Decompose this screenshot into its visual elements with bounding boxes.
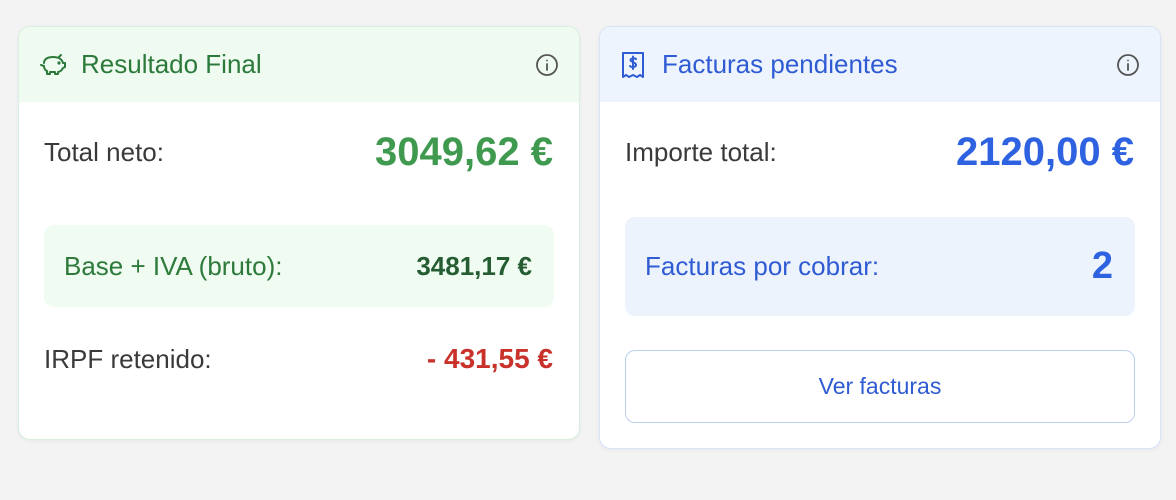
irpf-label: IRPF retenido: <box>44 343 212 374</box>
result-card-title: Resultado Final <box>81 49 262 79</box>
pending-count-label: Facturas por cobrar: <box>645 251 880 281</box>
pending-card-title: Facturas pendientes <box>662 49 898 79</box>
pending-total-label: Importe total: <box>625 137 777 167</box>
pending-invoices-card: Facturas pendientes Importe total: 2120,… <box>599 26 1161 449</box>
gross-label: Base + IVA (bruto): <box>64 250 283 281</box>
pending-count-value: 2 <box>1091 245 1113 287</box>
result-card-header: Resultado Final <box>19 27 579 102</box>
irpf-row: IRPF retenido: - 431,55 € <box>44 343 553 375</box>
gross-box: Base + IVA (bruto): 3481,17 € <box>44 225 554 307</box>
view-invoices-button[interactable]: Ver facturas <box>625 350 1135 423</box>
piggy-bank-icon <box>39 50 69 80</box>
net-total-row: Total neto: 3049,62 € <box>44 130 553 175</box>
result-card: Resultado Final Total neto: 3049,62 € Ba… <box>18 26 580 440</box>
pending-count-box: Facturas por cobrar: 2 <box>625 217 1135 316</box>
net-total-value: 3049,62 € <box>375 130 553 174</box>
info-icon[interactable] <box>535 53 559 77</box>
irpf-value: - 431,55 € <box>426 343 553 374</box>
gross-value: 3481,17 € <box>416 250 532 281</box>
pending-card-header: Facturas pendientes <box>600 27 1160 102</box>
pending-total-row: Importe total: 2120,00 € <box>625 130 1134 175</box>
info-icon[interactable] <box>1116 53 1140 77</box>
net-total-label: Total neto: <box>44 137 164 167</box>
pending-total-value: 2120,00 € <box>956 130 1134 174</box>
invoice-dollar-icon <box>620 50 650 80</box>
